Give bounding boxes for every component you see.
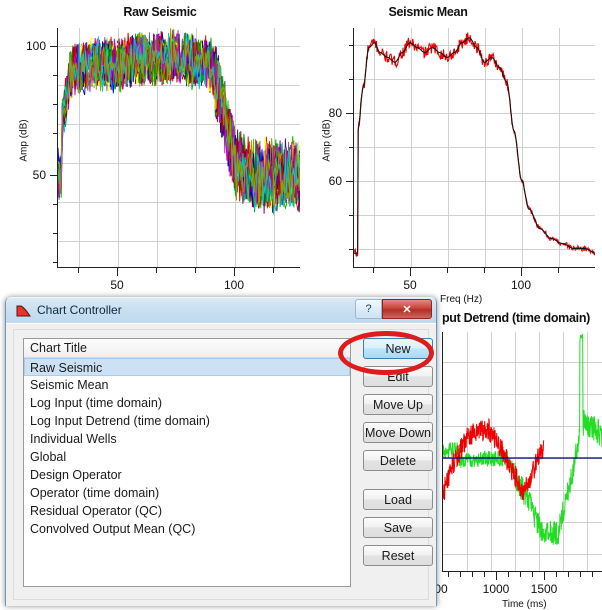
dialog-inner-frame: Chart Title Raw Seismic Seismic Mean Log I… [13, 329, 433, 600]
chart-title-seismic-mean: Seismic Mean [388, 5, 468, 19]
ytick [53, 104, 58, 105]
xtick [484, 572, 485, 577]
xtick [117, 268, 118, 276]
ytick-label: 50 [32, 168, 46, 182]
xtick [508, 572, 509, 577]
xtick-label: 1000 [482, 582, 510, 596]
xtick [234, 268, 235, 276]
chart-list-items[interactable]: Raw Seismic Seismic Mean Log Input (time d… [24, 358, 350, 538]
help-button[interactable]: ? [355, 299, 382, 319]
reset-button[interactable]: Reset [363, 545, 433, 566]
load-button[interactable]: Load [363, 489, 433, 510]
list-item[interactable]: Seismic Mean [24, 376, 350, 394]
xtick [520, 572, 521, 577]
xtick-label: 50 [110, 278, 124, 292]
ytick [346, 181, 354, 182]
xtick [580, 572, 581, 577]
xtick-label: 1500 [530, 582, 558, 596]
ytick [50, 46, 58, 47]
xtick [496, 572, 497, 580]
list-item[interactable]: Individual Wells [24, 430, 350, 448]
chart-panel-raw-seismic: Raw Seismic Amp (dB) 100 50 50 100 [0, 0, 320, 300]
xtick [484, 268, 485, 273]
chart2-traces [354, 32, 595, 257]
chart3-plot [442, 332, 602, 572]
ytick [349, 45, 354, 46]
xtick [592, 572, 593, 577]
ytick [53, 204, 58, 205]
ytick [349, 79, 354, 80]
xtick [568, 572, 569, 577]
chart-list-header: Chart Title [24, 339, 350, 358]
chart2-xlabel: Freq (Hz) [440, 294, 483, 305]
ytick [53, 133, 58, 134]
xtick [556, 572, 557, 577]
list-item[interactable]: Raw Seismic [24, 358, 350, 376]
xtick [156, 268, 157, 273]
move-up-button[interactable]: Move Up [363, 394, 433, 415]
ytick [53, 233, 58, 234]
xtick [78, 268, 79, 273]
seismic-wedge-icon [16, 305, 31, 317]
xtick [195, 268, 196, 273]
dialog-body: Chart Title Raw Seismic Seismic Mean Log I… [6, 323, 436, 606]
xtick [373, 268, 374, 273]
ytick [50, 175, 58, 176]
ytick-label: 100 [25, 39, 46, 53]
ytick [53, 262, 58, 263]
list-item[interactable]: Residual Operator (QC) [24, 502, 350, 520]
ytick-label: 80 [328, 106, 342, 120]
ytick-label: 60 [328, 174, 342, 188]
list-item[interactable]: Convolved Output Mean (QC) [24, 520, 350, 538]
dialog-button-column: New Edit Move Up Move Down Delete Load Save Res… [363, 338, 433, 573]
move-down-button[interactable]: Move Down [363, 422, 433, 443]
chart1-traces [58, 28, 312, 215]
new-button[interactable]: New [363, 338, 433, 359]
chart-list[interactable]: Chart Title Raw Seismic Seismic Mean Log I… [23, 338, 351, 587]
ytick [349, 147, 354, 148]
delete-button[interactable]: Delete [363, 450, 433, 471]
list-item[interactable]: Log Input Detrend (time domain) [24, 412, 350, 430]
chart1-plot [57, 28, 312, 268]
ytick [53, 75, 58, 76]
ytick [346, 113, 354, 114]
list-item[interactable]: Design Operator [24, 466, 350, 484]
list-item[interactable]: Log Input (time domain) [24, 394, 350, 412]
chart-panel-log-input-detrend: put Detrend (time domain) 00 1000 1500 T… [430, 308, 602, 610]
dialog-titlebar[interactable]: Chart Controller ? ✕ [6, 297, 436, 323]
close-button[interactable]: ✕ [382, 299, 432, 319]
xtick [460, 572, 461, 577]
dialog-title: Chart Controller [37, 303, 122, 317]
chart1-ylabel-left: Amp (dB) [18, 119, 30, 162]
list-item[interactable]: Global [24, 448, 350, 466]
list-item[interactable]: Operator (time domain) [24, 484, 350, 502]
xtick [273, 268, 274, 273]
xtick [472, 572, 473, 577]
xtick [544, 572, 545, 580]
xtick-label: 100 [223, 278, 245, 292]
xtick-label: 50 [403, 278, 417, 292]
xtick [447, 268, 448, 273]
chart3-xlabel: Time (ms) [502, 599, 547, 610]
ytick [349, 215, 354, 216]
chart2-plot [353, 28, 595, 268]
chart-title-raw-seismic: Raw Seismic [123, 5, 197, 19]
chart-controller-dialog: Chart Controller ? ✕ Chart Title Raw Sei… [5, 297, 437, 606]
chart3-traces [443, 333, 602, 545]
save-button[interactable]: Save [363, 517, 433, 538]
edit-button[interactable]: Edit [363, 366, 433, 387]
xtick [448, 572, 449, 577]
chart-title-log-input-detrend: put Detrend (time domain) [441, 311, 591, 325]
xtick-label: 100 [510, 278, 532, 292]
chart-panel-seismic-mean: Seismic Mean Amp (dB) 80 60 50 100 Freq … [300, 0, 602, 310]
xtick [521, 268, 522, 276]
ytick [349, 249, 354, 250]
xtick [532, 572, 533, 577]
xtick [410, 268, 411, 276]
xtick [558, 268, 559, 273]
